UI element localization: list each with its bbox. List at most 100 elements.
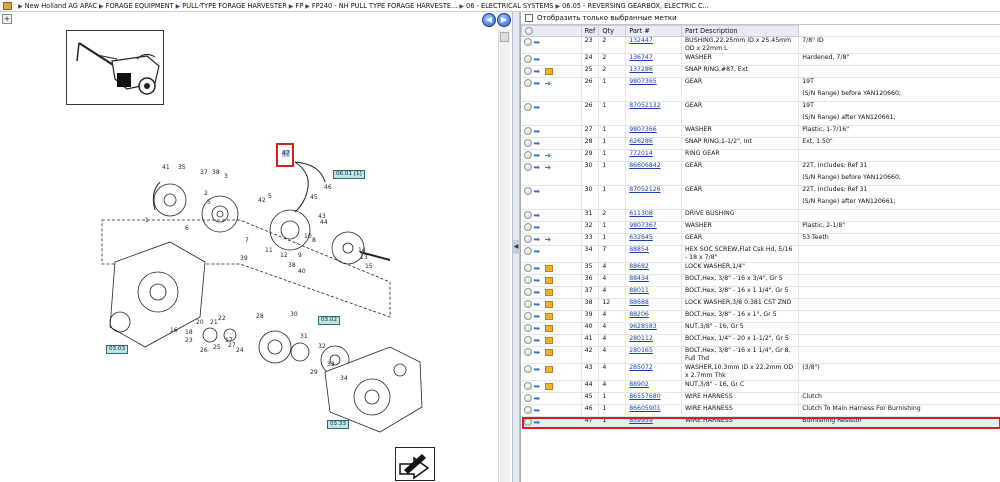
table-row[interactable]: ➥ 28 1 626286 SNAP RING,1-1/2", Int Ext, 1.50… — [521, 137, 1000, 150]
link-icon[interactable]: ➥ — [534, 211, 543, 219]
table-row[interactable]: ➥ 25 2 137286 SNAP RING,#87, Ext — [521, 65, 1000, 78]
link-icon[interactable]: ➥ — [534, 139, 543, 147]
link-icon[interactable]: ➥ — [534, 264, 543, 272]
show-selected-filter[interactable]: Отобразить только выбранные метки — [521, 12, 1000, 25]
select-circle-icon[interactable] — [523, 312, 532, 320]
table-row[interactable]: ➥ 24 2 136747 WASHER Hardened, 7/8" — [521, 53, 1000, 66]
cell-part-number[interactable]: 9807366 — [629, 126, 657, 133]
cell-part-number[interactable]: 280112 — [629, 335, 653, 342]
cell-part-number[interactable]: 88688 — [629, 299, 649, 306]
table-row[interactable]: ➥ 31 2 611308 DRIVE BUSHING — [521, 209, 1000, 222]
link-icon[interactable]: ➥ — [534, 38, 543, 46]
select-circle-icon[interactable] — [523, 163, 532, 171]
link-icon[interactable]: ➥ — [534, 151, 543, 159]
link-icon[interactable]: ➥ — [534, 324, 543, 332]
table-row[interactable]: ➥ 43 4 285072 WASHER,10.3mm ID x 22.2mm OD x… — [521, 363, 1000, 381]
table-row[interactable]: ➥ ➜ 30 1 86606842 GEAR 22T, Includes: Ref 31 — [521, 161, 1000, 174]
breadcrumb-item[interactable]: FP240 - NH PULL TYPE FORAGE HARVESTE... — [312, 2, 458, 10]
cell-part-number[interactable]: 626286 — [629, 138, 653, 145]
table-row[interactable]: ➥ 41 4 280112 BOLT,Hex, 1/4" - 20 x 1-1/2", … — [521, 334, 1000, 347]
cell-part-number[interactable]: 86606842 — [629, 162, 661, 169]
header-actions[interactable] — [521, 25, 582, 37]
cell-part-number[interactable]: 88902 — [629, 381, 649, 388]
breadcrumb-item[interactable]: 06 - ELECTRICAL SYSTEMS — [466, 2, 553, 10]
callout-06-01[interactable]: 06.01 [1] — [333, 170, 365, 179]
cell-part-number[interactable]: 88854 — [629, 246, 649, 253]
table-row[interactable]: ➥ ➜ 29 1 772014 RING GEAR — [521, 149, 1000, 162]
link-icon[interactable]: ➥ — [534, 223, 543, 231]
cell-part-number[interactable]: 611308 — [629, 210, 653, 217]
select-circle-icon[interactable] — [523, 187, 532, 195]
select-circle-icon[interactable] — [523, 288, 532, 296]
callout-03-02[interactable]: 03.02 — [318, 316, 341, 325]
table-row[interactable]: ➥ 30 1 87052126 GEAR 22T, Includes: Ref 31 — [521, 185, 1000, 198]
link-icon[interactable]: ➥ — [534, 365, 543, 373]
table-row[interactable]: ➥ 44 4 88902 NUT,3/8" - 16, Gr C — [521, 380, 1000, 393]
header-ref[interactable]: Ref — [580, 25, 600, 37]
select-circle-icon[interactable] — [523, 235, 532, 243]
home-icon[interactable] — [3, 2, 12, 10]
table-row[interactable]: ➥ 37 4 88011 BOLT,Hex, 3/8" - 16 x 1 1/4", G… — [521, 286, 1000, 299]
table-row[interactable]: ➥ 27 1 9807366 WASHER Plastic, 1-7/16" — [521, 125, 1000, 138]
cell-part-number[interactable]: 137286 — [629, 66, 653, 73]
edit-icon[interactable] — [395, 447, 435, 481]
link-icon[interactable]: ➥ — [534, 406, 543, 414]
cell-part-number[interactable]: 86557680 — [629, 393, 661, 400]
cell-part-number[interactable]: 859959 — [629, 417, 653, 424]
select-circle-icon[interactable] — [523, 336, 532, 344]
table-row[interactable]: ➥ 42 4 280165 BOLT,Hex, 3/8" - 16 x 1 1/4", … — [521, 346, 1000, 364]
table-row[interactable]: ➥ 47 1 859959 WIRE HARNESS Burnishing Resisto… — [521, 416, 1000, 429]
link-icon[interactable]: ➥ — [534, 67, 543, 75]
link-icon[interactable]: ➥ — [534, 382, 543, 390]
zoom-button[interactable]: + — [2, 14, 12, 24]
cell-part-number[interactable]: 86605901 — [629, 405, 661, 412]
link-icon[interactable]: ➥ — [534, 276, 543, 284]
link-icon[interactable]: ➥ — [534, 348, 543, 356]
link-icon[interactable]: ➥ — [534, 336, 543, 344]
select-circle-icon[interactable] — [523, 151, 532, 159]
alternate-arrow-icon[interactable]: ➜ — [545, 235, 552, 243]
table-row[interactable]: ➥ 45 1 86557680 WIRE HARNESS Clutch — [521, 392, 1000, 405]
exploded-parts-diagram[interactable]: 41 35 37 383 25 16 7425 1112 39 9 4344 810 … — [60, 142, 480, 447]
table-row[interactable]: ➥ 34 7 88854 HEX SOC SCREW,Flat Csk Hd, 5/16… — [521, 245, 1000, 263]
collapse-arrow-icon[interactable]: ◀ — [513, 240, 519, 254]
machine-thumbnail[interactable] — [66, 30, 164, 105]
breadcrumb-item[interactable]: PULL-TYPE FORAGE HARVESTER — [182, 2, 287, 10]
cell-part-number[interactable]: 285072 — [629, 364, 653, 371]
select-circle-icon[interactable] — [523, 55, 532, 63]
select-circle-icon[interactable] — [523, 79, 532, 87]
link-icon[interactable]: ➥ — [534, 312, 543, 320]
table-row[interactable]: ➥ 39 4 88206 BOLT,Hex, 3/8" - 16 x 1", Gr 5 — [521, 310, 1000, 323]
select-circle-icon[interactable] — [523, 418, 532, 426]
breadcrumb-item[interactable]: FORAGE EQUIPMENT — [106, 2, 174, 10]
select-circle-icon[interactable] — [523, 211, 532, 219]
select-circle-icon[interactable] — [523, 300, 532, 308]
table-row[interactable]: ➥ 46 1 86605901 WIRE HARNESS Clutch To Main H… — [521, 404, 1000, 417]
cell-part-number[interactable]: 772014 — [629, 150, 653, 157]
header-part[interactable]: Part # — [625, 25, 682, 37]
table-row-continuation[interactable]: (S/N Range) after YAN120661; — [521, 113, 1000, 126]
cell-part-number[interactable]: 88206 — [629, 311, 649, 318]
table-row-continuation[interactable]: (S/N Range) before YAN120660; — [521, 173, 1000, 186]
cell-part-number[interactable]: 88682 — [629, 263, 649, 270]
link-icon[interactable]: ➥ — [534, 103, 543, 111]
link-icon[interactable]: ➥ — [534, 300, 543, 308]
link-icon[interactable]: ➥ — [534, 79, 543, 87]
link-icon[interactable]: ➥ — [534, 288, 543, 296]
cell-part-number[interactable]: 88011 — [629, 287, 649, 294]
select-circle-icon[interactable] — [523, 67, 532, 75]
link-icon[interactable]: ➥ — [534, 55, 543, 63]
cell-part-number[interactable]: 88434 — [629, 275, 649, 282]
cell-part-number[interactable]: 132447 — [629, 37, 653, 44]
callout-03-33[interactable]: 03.33 — [327, 420, 350, 429]
select-circle-icon[interactable] — [523, 276, 532, 284]
link-icon[interactable]: ➥ — [534, 394, 543, 402]
table-row[interactable]: ➥ ➜ 33 1 632645 GEAR 53 Teeth — [521, 233, 1000, 246]
select-circle-icon[interactable] — [523, 382, 532, 390]
select-circle-icon[interactable] — [523, 127, 532, 135]
table-row[interactable]: ➥ 26 1 87052132 GEAR 19T — [521, 101, 1000, 114]
callout-03-03[interactable]: 03.03 — [106, 345, 129, 354]
alternate-arrow-icon[interactable]: ➜ — [545, 151, 552, 159]
breadcrumb-item[interactable]: FP — [295, 2, 303, 10]
prev-diagram-button[interactable]: ◀ — [482, 13, 496, 27]
